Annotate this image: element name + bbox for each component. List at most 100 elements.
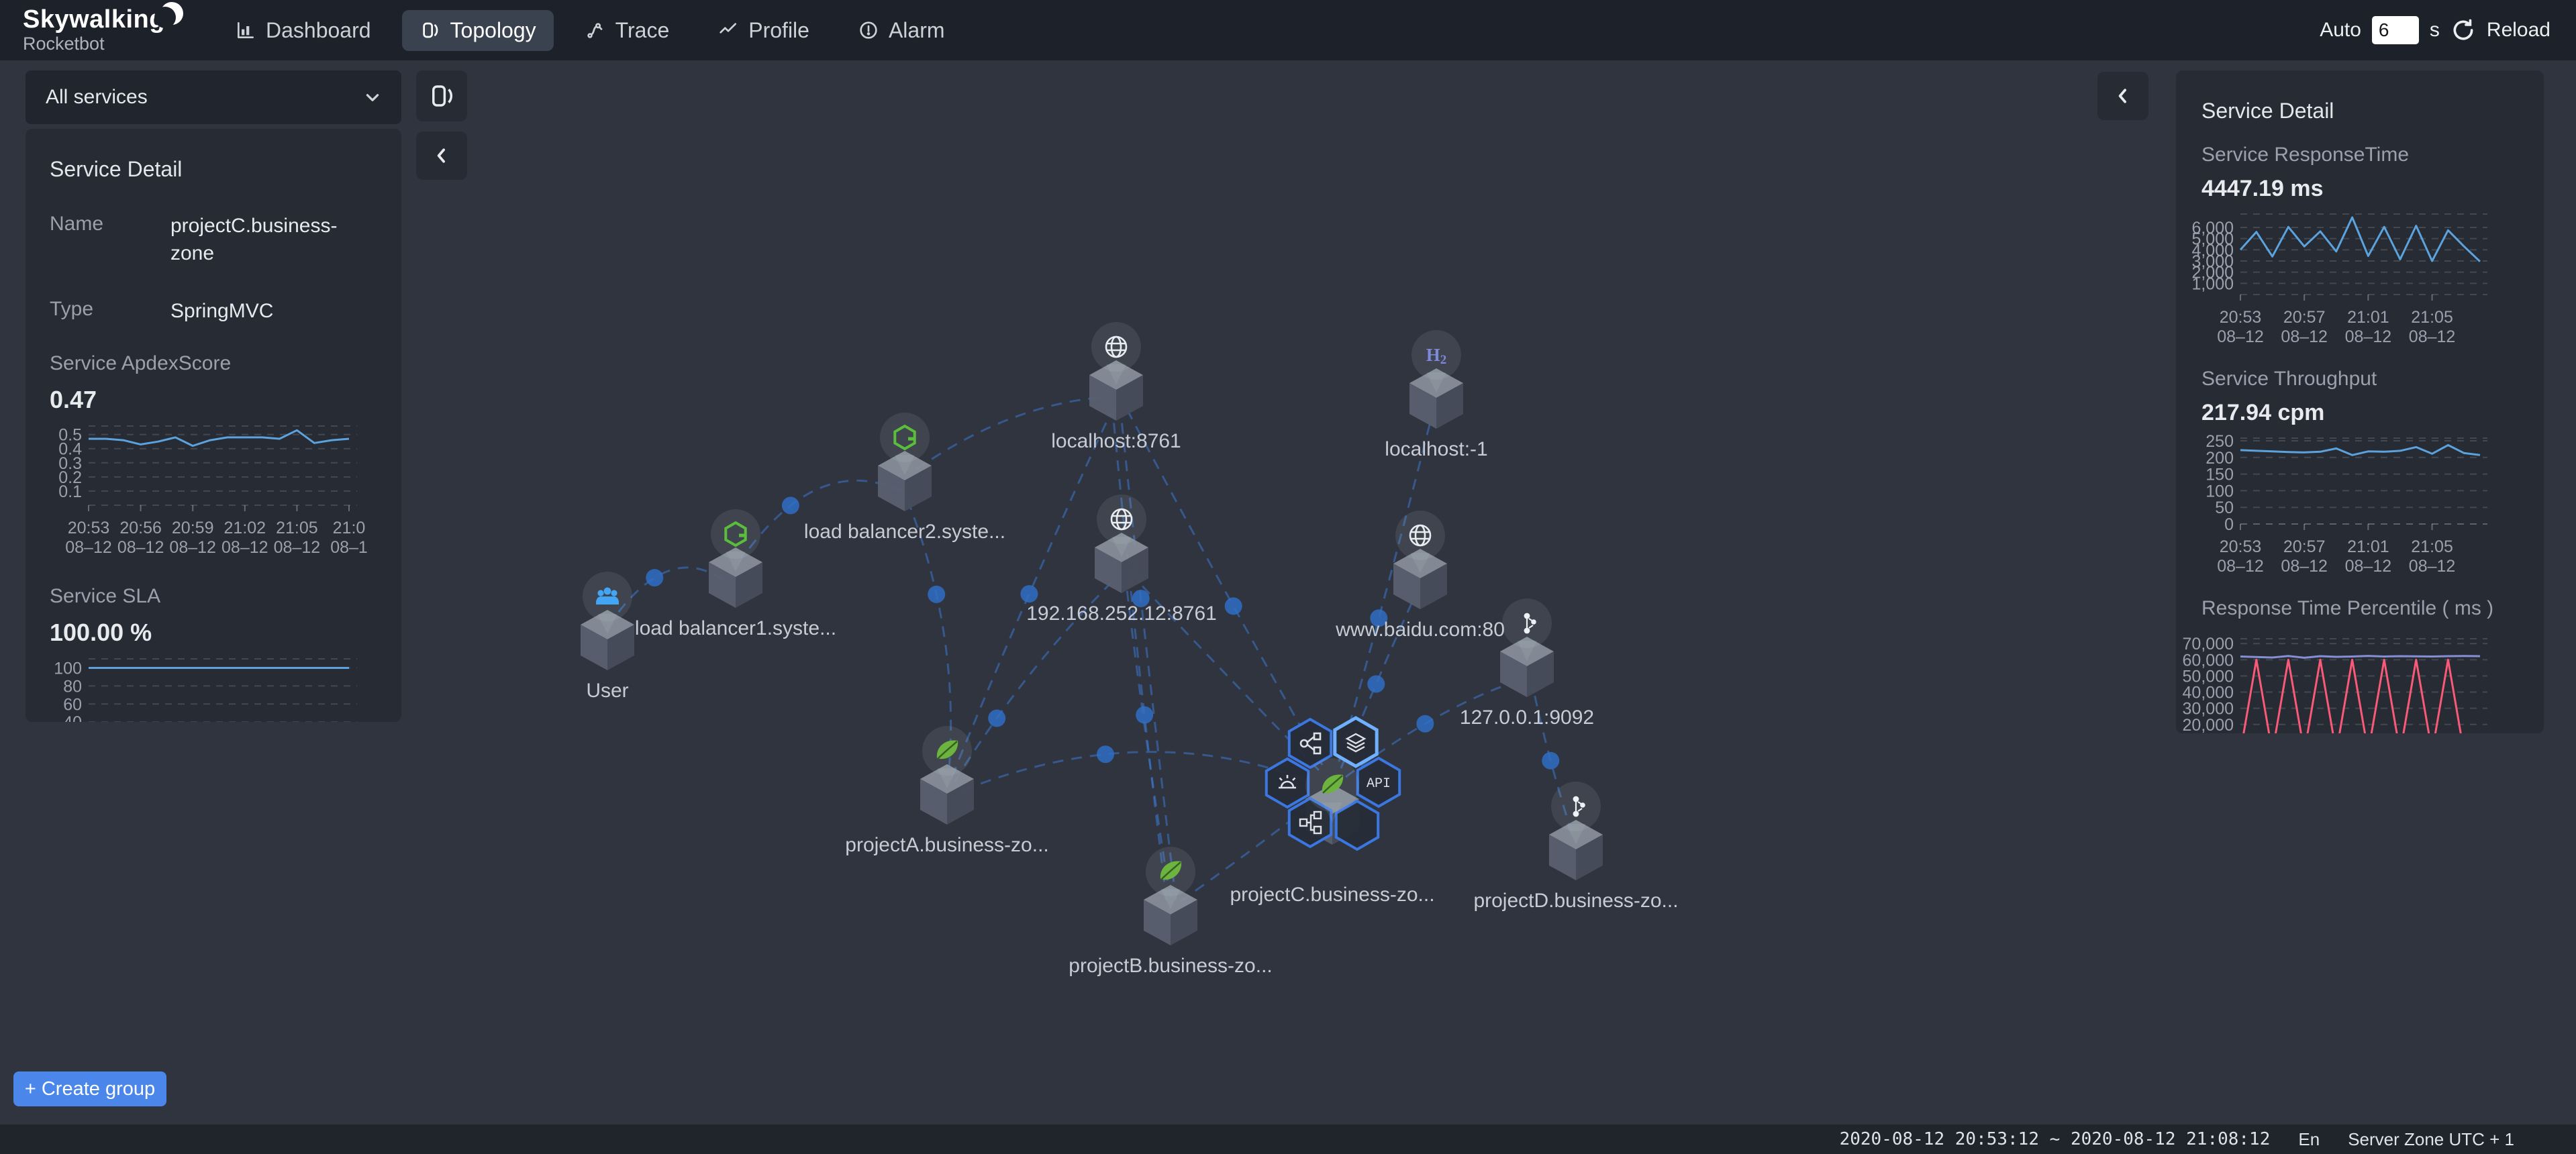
node-label: localhost:8761: [1051, 430, 1181, 452]
node-label: 127.0.0.1:9092: [1460, 706, 1594, 729]
nav-item-dashboard[interactable]: Dashboard: [217, 10, 389, 51]
collapse-left-panel-button[interactable]: [416, 132, 467, 180]
app-logo[interactable]: Skywalking Rocketbot: [23, 7, 191, 54]
topology-overview-button[interactable]: [416, 70, 467, 121]
create-group-button[interactable]: + Create group: [13, 1071, 166, 1106]
nav-label: Profile: [748, 18, 809, 43]
topology-edge: [963, 752, 1305, 790]
edge-traffic-dot: [1542, 752, 1559, 770]
svg-text:100: 100: [54, 659, 82, 678]
node-label: load balancer1.syste...: [635, 617, 836, 639]
reload-icon[interactable]: [2450, 17, 2476, 43]
svg-text:200: 200: [2206, 449, 2234, 468]
svg-text:20:57: 20:57: [2283, 308, 2326, 327]
panel-title: Service Detail: [50, 157, 377, 182]
nav-item-alarm[interactable]: Alarm: [840, 10, 962, 51]
nav-item-trace[interactable]: Trace: [567, 10, 687, 51]
main-nav: Dashboard Topology Trace Profile Alarm: [217, 10, 962, 51]
topology-edge: [1128, 411, 1322, 765]
svg-text:08–12: 08–12: [274, 538, 321, 557]
node-menu-hex-api[interactable]: API: [1358, 758, 1399, 806]
svg-text:21:05: 21:05: [2411, 308, 2453, 327]
top-bar: Skywalking Rocketbot Dashboard Topology Tr…: [0, 0, 2576, 60]
time-range: 2020-08-12 20:53:12 ~ 2020-08-12 21:08:1…: [1840, 1129, 2271, 1149]
nav-item-profile[interactable]: Profile: [700, 10, 827, 51]
topology-node-projectA[interactable]: projectA.business-zo...: [845, 726, 1048, 856]
node-label: 192.168.252.12:8761: [1026, 602, 1217, 625]
topology-nodes: User load balancer1.syste... load balancer…: [581, 322, 1679, 977]
collapse-right-panel-button[interactable]: [2097, 72, 2148, 120]
svg-text:21:0: 21:0: [333, 519, 366, 537]
topology-icon: [419, 19, 441, 41]
apdex-chart-value: 0.47: [50, 386, 377, 414]
topology-node-baidu[interactable]: www.baidu.com:80: [1335, 511, 1505, 641]
svg-text:20:56: 20:56: [119, 519, 162, 537]
trace-icon: [585, 19, 606, 41]
svg-text:08–1: 08–1: [330, 538, 368, 557]
response-time-chart-title: Service ResponseTime: [2201, 144, 2518, 166]
edge-traffic-dot: [1367, 675, 1385, 692]
topology-node-registry1[interactable]: localhost:8761: [1051, 322, 1181, 452]
throughput-chart: 25020015010050020:5308–1220:5708–1221:01…: [2201, 431, 2518, 577]
service-selector[interactable]: All services: [26, 70, 401, 124]
status-bar: 2020-08-12 20:53:12 ~ 2020-08-12 21:08:1…: [0, 1124, 2576, 1154]
auto-reload-controls: Auto s Reload: [2320, 16, 2550, 44]
auto-interval-input[interactable]: [2372, 16, 2419, 44]
edge-traffic-dot: [782, 496, 799, 514]
svg-text:40: 40: [63, 713, 82, 722]
auto-label: Auto: [2320, 19, 2361, 42]
name-value: projectC.business-zone: [170, 213, 377, 267]
topology-node-user[interactable]: User: [581, 572, 634, 702]
topology-node-projectD[interactable]: projectD.business-zo...: [1473, 782, 1678, 912]
node-menu-hex-layers[interactable]: [1335, 718, 1377, 766]
profile-icon: [717, 19, 739, 41]
seconds-label: s: [2430, 19, 2440, 42]
sla-chart-value: 100.00 %: [50, 619, 377, 647]
overview-icon: [428, 82, 456, 110]
language-toggle[interactable]: En: [2298, 1129, 2320, 1150]
node-label: User: [586, 680, 628, 702]
svg-text:21:01: 21:01: [2347, 308, 2389, 327]
server-zone-selector[interactable]: Server Zone UTC + 1: [2348, 1129, 2514, 1150]
right-service-detail-panel: Service Detail Service ResponseTime 4447…: [2176, 70, 2544, 733]
response-time-chart: 6,0005,0004,0003,0002,0001,00020:5308–12…: [2201, 207, 2518, 348]
brand-subtitle: Rocketbot: [23, 34, 191, 54]
topology-node-h2db[interactable]: H2localhost:-1: [1385, 330, 1487, 460]
logo-crescent-icon: [154, 0, 187, 34]
apdex-chart-title: Service ApdexScore: [50, 352, 377, 375]
svg-text:08–12: 08–12: [2409, 327, 2456, 346]
throughput-chart-value: 217.94 cpm: [2201, 400, 2518, 426]
topology-node-projectC[interactable]: API projectC.business-zo...: [1230, 718, 1434, 906]
svg-text:20:57: 20:57: [2283, 537, 2326, 556]
svg-text:08–12: 08–12: [169, 538, 216, 557]
nav-item-topology[interactable]: Topology: [402, 10, 554, 51]
nav-label: Alarm: [889, 18, 945, 43]
svg-text:21:05: 21:05: [2411, 537, 2453, 556]
topology-node-projectB[interactable]: projectB.business-zo...: [1069, 847, 1272, 977]
node-label: projectC.business-zo...: [1230, 884, 1434, 906]
topology-edge: [1121, 413, 1176, 900]
svg-text:08–12: 08–12: [221, 538, 268, 557]
apdex-chart: 0.50.40.30.20.120:5308–1220:5608–1220:59…: [50, 419, 377, 558]
svg-text:08–12: 08–12: [117, 538, 164, 557]
edge-traffic-dot: [1097, 745, 1114, 763]
edge-traffic-dot: [1416, 715, 1434, 733]
svg-text:08–12: 08–12: [2281, 557, 2328, 576]
node-label: projectD.business-zo...: [1473, 890, 1678, 912]
reload-label[interactable]: Reload: [2487, 19, 2550, 42]
node-label: localhost:-1: [1385, 438, 1487, 460]
service-selector-value: All services: [46, 86, 148, 109]
topology-node-lb2[interactable]: load balancer2.syste...: [804, 413, 1005, 543]
svg-text:08–12: 08–12: [2345, 557, 2392, 576]
chevron-left-icon: [2113, 86, 2133, 106]
svg-text:20:59: 20:59: [172, 519, 214, 537]
topology-node-registry2[interactable]: 192.168.252.12:8761: [1026, 494, 1217, 625]
svg-text:08–12: 08–12: [2217, 327, 2264, 346]
edge-traffic-dot: [1225, 597, 1242, 615]
svg-text:150: 150: [2206, 466, 2234, 484]
sla-chart: 10080604020020:5308–1220:5608–1220:5908–…: [50, 652, 377, 723]
node-label: load balancer2.syste...: [804, 521, 1005, 543]
topology-edges: [607, 397, 1572, 902]
svg-text:60: 60: [63, 695, 82, 714]
node-menu-hex-alarm[interactable]: [1267, 759, 1308, 807]
